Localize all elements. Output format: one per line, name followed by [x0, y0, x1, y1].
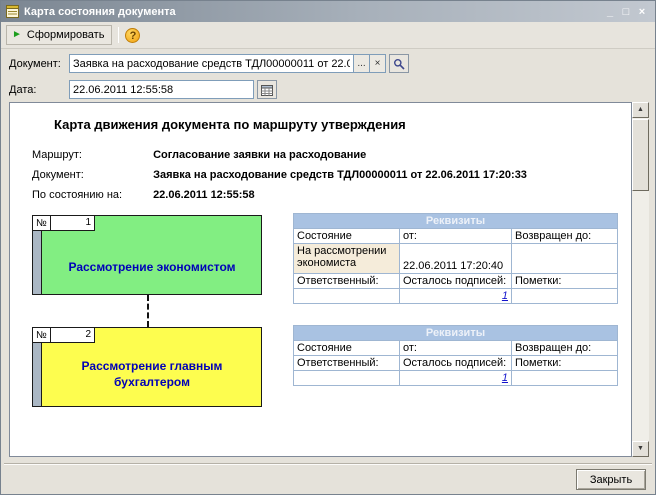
stage-number-label: №: [33, 330, 50, 341]
requisites-table-1: Реквизиты Состояние от: Возвращен до: На…: [293, 213, 618, 304]
close-icon[interactable]: ×: [634, 3, 650, 21]
state-value-cell: На рассмотрении экономиста: [294, 244, 400, 274]
maximize-button[interactable]: □: [618, 3, 634, 21]
document-ref-value: Заявка на расходование средств ТДЛ000000…: [153, 169, 527, 181]
empty-cell: [294, 371, 400, 386]
signatures-link[interactable]: 1: [502, 290, 508, 302]
returned-label-cell: Возвращен до:: [512, 341, 618, 356]
close-button[interactable]: Закрыть: [576, 469, 646, 490]
stage-number-tab: № 2: [33, 328, 95, 343]
responsible-label-cell: Ответственный:: [294, 274, 400, 289]
stage-number: 2: [50, 328, 94, 342]
route-row: Маршрут: Согласование заявки на расходов…: [32, 149, 527, 169]
notes-label-cell: Пометки:: [512, 356, 618, 371]
document-ref-label: Документ:: [32, 169, 150, 181]
toolbar-separator: [118, 27, 119, 43]
report: Карта движения документа по маршруту утв…: [10, 103, 631, 456]
as-of-label: По состоянию на:: [32, 189, 150, 201]
signatures-value-cell: 1: [400, 289, 512, 304]
document-ref-row: Документ: Заявка на расходование средств…: [32, 169, 527, 189]
document-status-window: Карта состояния документа _ □ × ► Сформи…: [0, 0, 656, 495]
toolbar: ► Сформировать ?: [1, 22, 655, 49]
stage-number: 1: [50, 216, 94, 230]
minimize-button[interactable]: _: [602, 3, 618, 21]
titlebar: Карта состояния документа _ □ ×: [1, 1, 655, 22]
search-icon: [393, 58, 405, 70]
requisites-header: Реквизиты: [294, 214, 618, 229]
requisites-table-2: Реквизиты Состояние от: Возвращен до: От…: [293, 325, 618, 386]
route-label: Маршрут:: [32, 149, 150, 161]
vertical-scrollbar[interactable]: ▲ ▼: [632, 102, 649, 457]
document-field-row: Документ: ... ×: [9, 54, 409, 73]
empty-cell: [512, 371, 618, 386]
calendar-icon: [261, 84, 273, 96]
report-title: Карта движения документа по маршруту утв…: [54, 117, 406, 132]
stage-number-label: №: [33, 218, 50, 229]
play-icon: ►: [12, 30, 22, 40]
as-of-row: По состоянию на: 22.06.2011 12:55:58: [32, 189, 527, 209]
calendar-button[interactable]: [257, 80, 277, 99]
as-of-value: 22.06.2011 12:55:58: [153, 189, 255, 201]
empty-cell: [512, 289, 618, 304]
route-value: Согласование заявки на расходование: [153, 149, 366, 161]
report-panel-wrap: Карта движения документа по маршруту утв…: [9, 102, 649, 457]
signatures-label-cell: Осталось подписей:: [400, 274, 512, 289]
window-icon: [6, 5, 19, 18]
signatures-label-cell: Осталось подписей:: [400, 356, 512, 371]
returned-label-cell: Возвращен до:: [512, 229, 618, 244]
scrollbar-thumb[interactable]: [632, 119, 649, 191]
date-field-row: Дата:: [9, 80, 277, 99]
responsible-label-cell: Ответственный:: [294, 356, 400, 371]
document-clear-button[interactable]: ×: [370, 54, 386, 73]
empty-cell: [294, 289, 400, 304]
requisites-header: Реквизиты: [294, 326, 618, 341]
stage-box-1: № 1 Рассмотрение экономистом: [32, 215, 262, 295]
stage-box-2: № 2 Рассмотрение главным бухгалтером: [32, 327, 262, 407]
window-title: Карта состояния документа: [24, 6, 602, 18]
date-input[interactable]: [69, 80, 254, 99]
stage-connector-line: [147, 295, 149, 327]
state-label-cell: Состояние: [294, 229, 400, 244]
document-open-button[interactable]: [389, 54, 409, 73]
from-label-cell: от:: [400, 341, 512, 356]
generate-button[interactable]: ► Сформировать: [6, 25, 112, 45]
stage-name: Рассмотрение экономистом: [43, 260, 261, 274]
report-meta: Маршрут: Согласование заявки на расходов…: [32, 149, 527, 209]
document-label: Документ:: [9, 58, 69, 70]
state-label-cell: Состояние: [294, 341, 400, 356]
scroll-down-icon[interactable]: ▼: [632, 441, 649, 457]
help-button[interactable]: ?: [125, 28, 140, 43]
from-value-cell: 22.06.2011 17:20:40: [400, 244, 512, 274]
date-label: Дата:: [9, 84, 69, 96]
stage-name: Рассмотрение главным бухгалтером: [43, 358, 261, 390]
signatures-link[interactable]: 1: [502, 372, 508, 384]
document-input[interactable]: [69, 54, 354, 73]
scroll-up-icon[interactable]: ▲: [632, 102, 649, 118]
document-select-button[interactable]: ...: [354, 54, 370, 73]
notes-label-cell: Пометки:: [512, 274, 618, 289]
from-label-cell: от:: [400, 229, 512, 244]
report-panel: Карта движения документа по маршруту утв…: [9, 102, 632, 457]
signatures-value-cell: 1: [400, 371, 512, 386]
generate-button-label: Сформировать: [27, 29, 105, 41]
empty-cell: [512, 244, 618, 274]
footer-separator: [4, 463, 652, 465]
stage-number-tab: № 1: [33, 216, 95, 231]
